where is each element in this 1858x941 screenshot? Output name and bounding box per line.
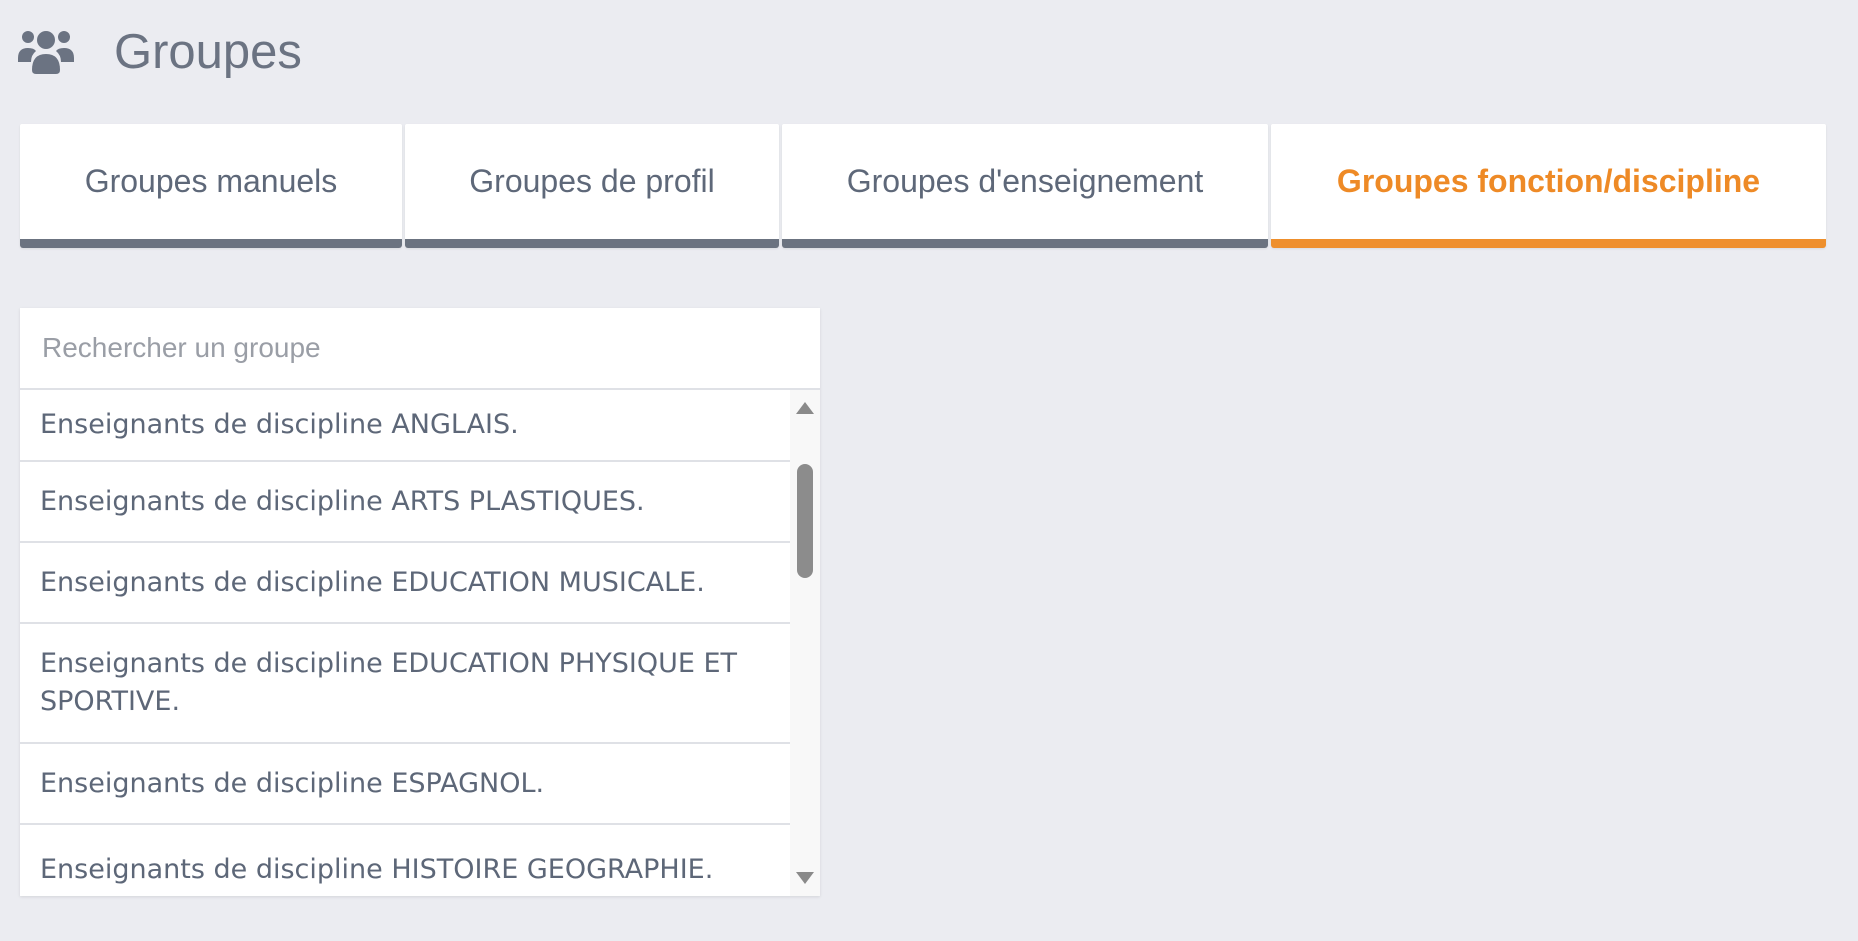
group-list-area: Enseignants de discipline ANGLAIS. Ensei…: [20, 390, 820, 896]
list-item[interactable]: Enseignants de discipline EDUCATION MUSI…: [20, 543, 790, 624]
triangle-up-icon[interactable]: [796, 402, 814, 414]
tab-groupes-fonction-discipline[interactable]: Groupes fonction/discipline: [1271, 124, 1826, 248]
users-icon: [18, 31, 74, 74]
tab-bar: Groupes manuels Groupes de profil Groupe…: [20, 124, 1826, 248]
tab-groupes-manuels[interactable]: Groupes manuels: [20, 124, 402, 248]
page-header: Groupes: [18, 22, 302, 82]
search-input[interactable]: [20, 308, 820, 390]
tab-groupes-de-profil[interactable]: Groupes de profil: [405, 124, 779, 248]
group-list: Enseignants de discipline ANGLAIS. Ensei…: [20, 390, 790, 896]
scrollbar-thumb[interactable]: [797, 464, 813, 578]
list-item[interactable]: Enseignants de discipline ESPAGNOL.: [20, 744, 790, 825]
list-item[interactable]: Enseignants de discipline ANGLAIS.: [20, 390, 790, 462]
scrollbar[interactable]: [790, 390, 820, 896]
list-item[interactable]: Enseignants de discipline ARTS PLASTIQUE…: [20, 462, 790, 543]
list-item[interactable]: Enseignants de discipline HISTOIRE GEOGR…: [20, 825, 790, 896]
list-item[interactable]: Enseignants de discipline EDUCATION PHYS…: [20, 624, 790, 744]
triangle-down-icon[interactable]: [796, 872, 814, 884]
tab-groupes-enseignement[interactable]: Groupes d'enseignement: [782, 124, 1268, 248]
group-panel: Enseignants de discipline ANGLAIS. Ensei…: [20, 308, 820, 896]
page-title: Groupes: [114, 24, 302, 79]
